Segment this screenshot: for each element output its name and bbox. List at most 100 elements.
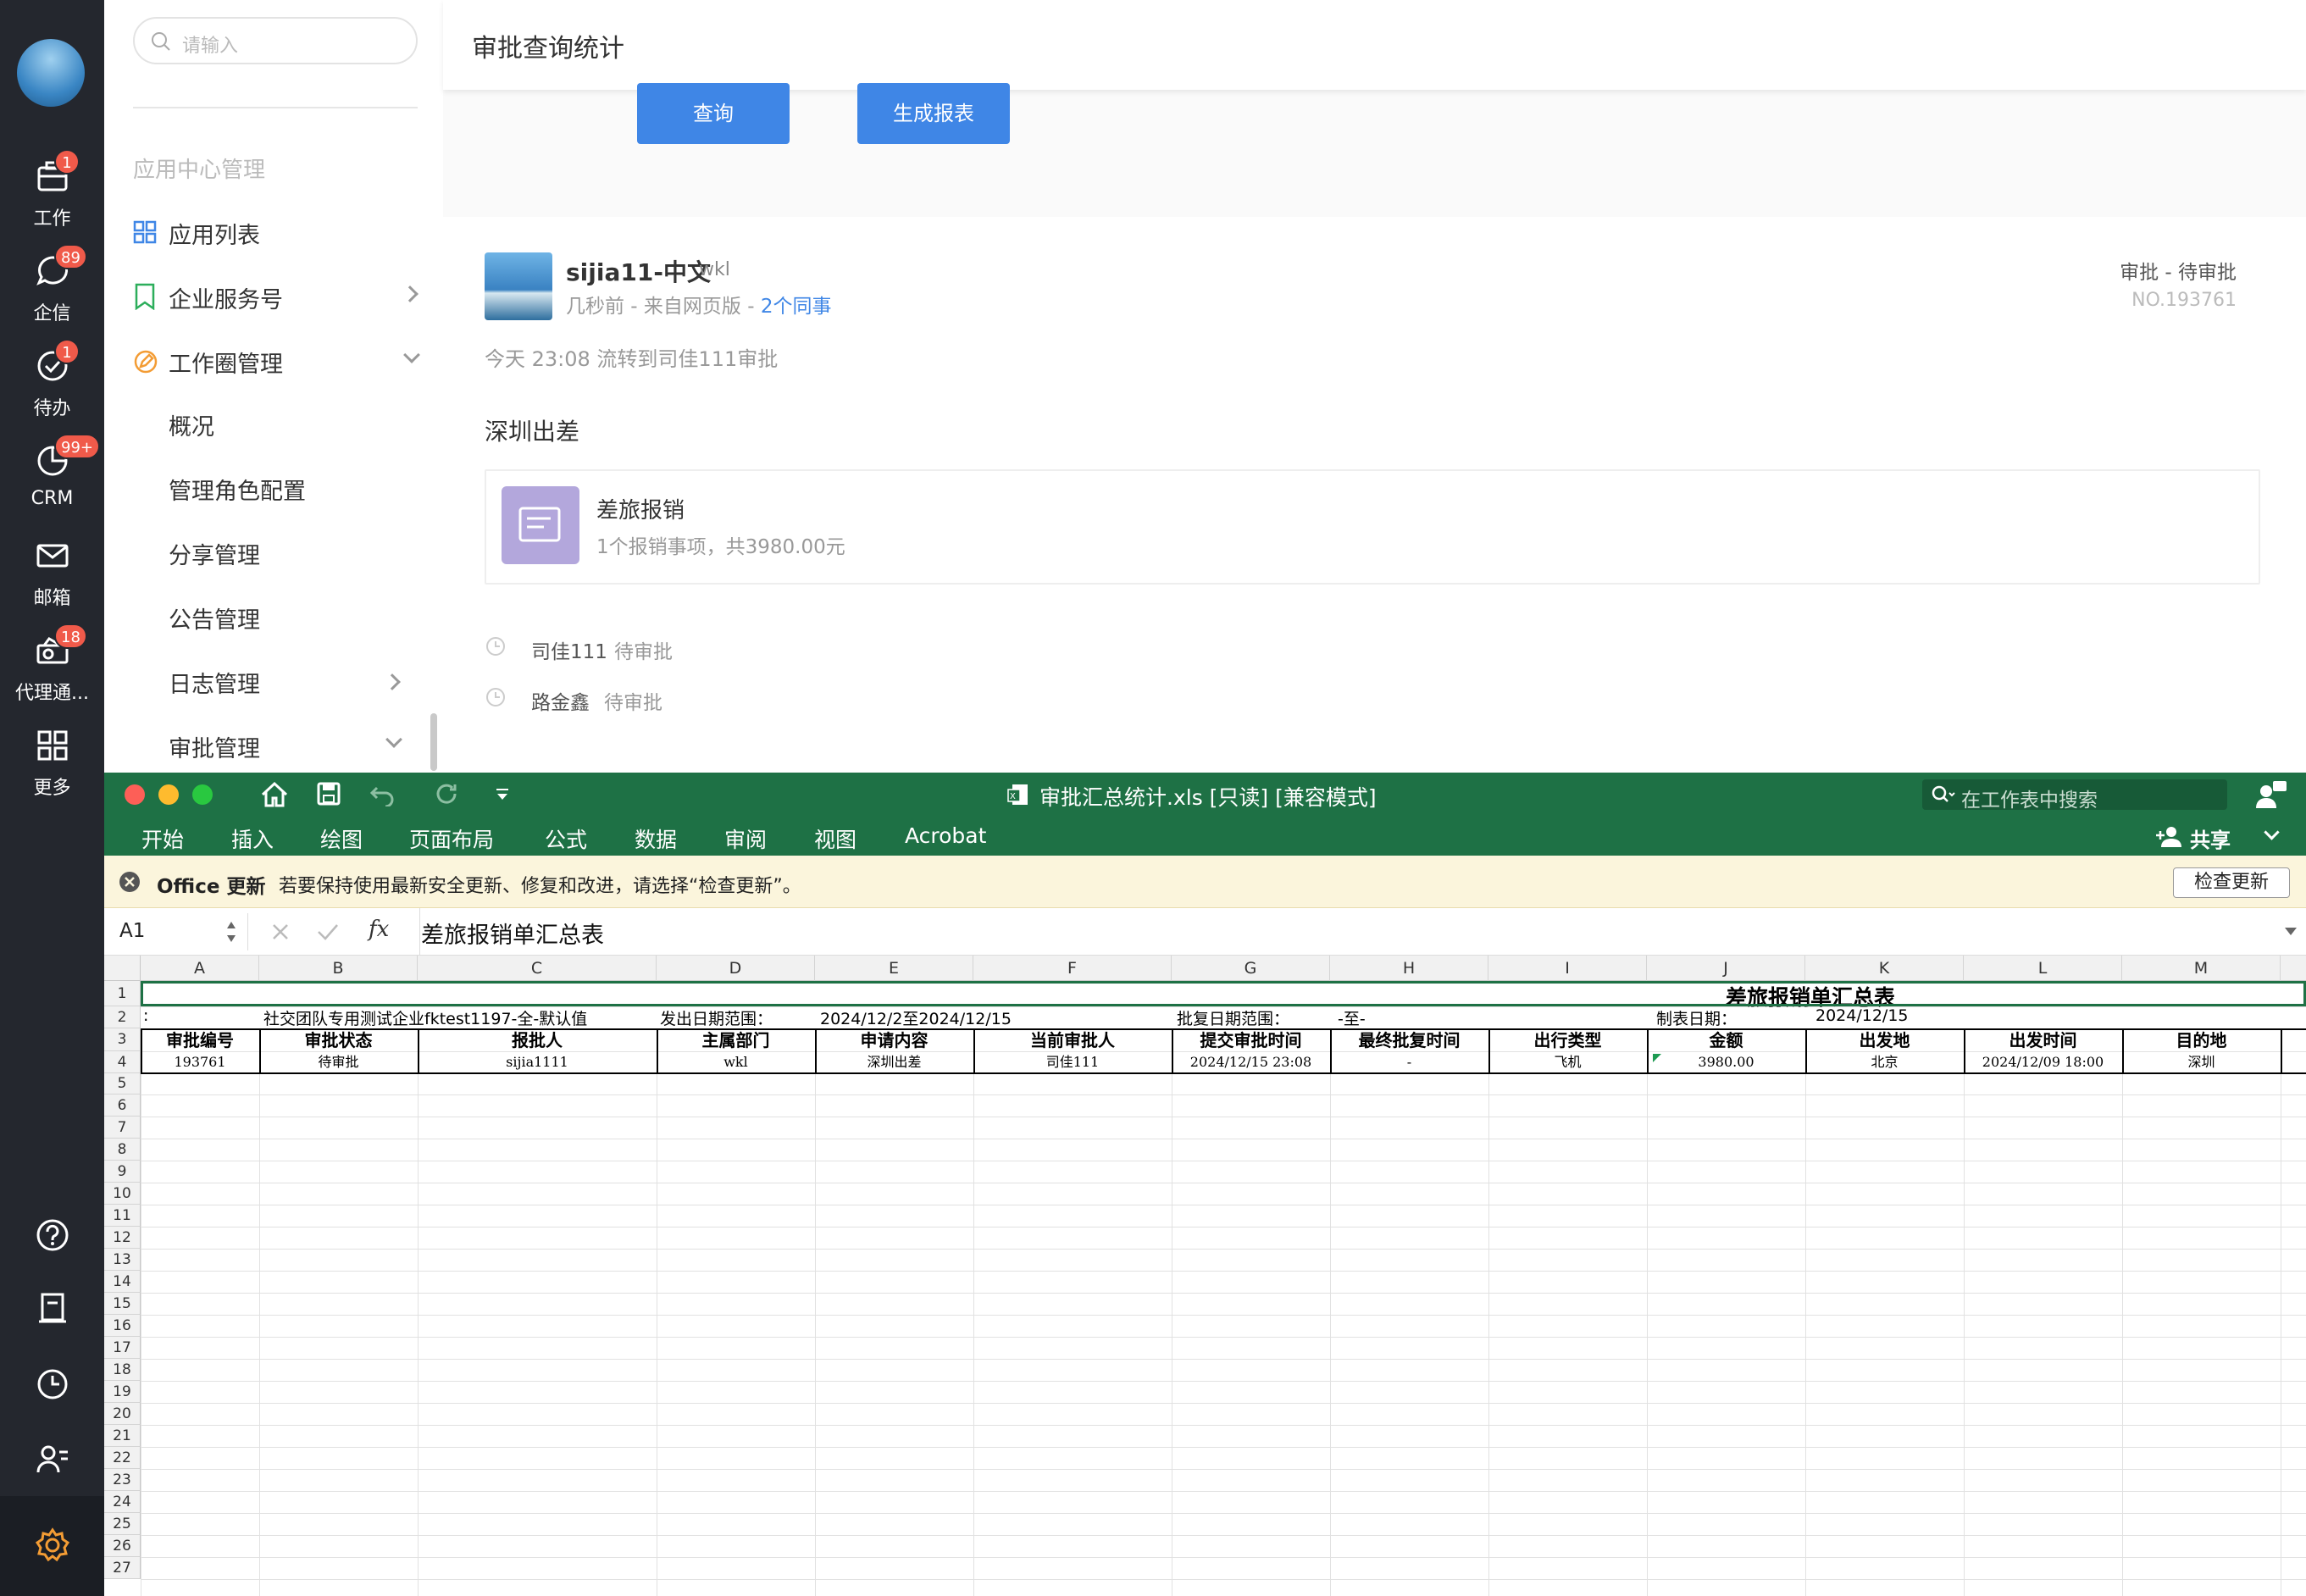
share-button[interactable]: 共享 bbox=[2154, 822, 2290, 852]
contacts-icon[interactable] bbox=[34, 1440, 71, 1477]
colleagues-link[interactable]: 2个同事 bbox=[761, 296, 832, 318]
sidebar-subitem-roles[interactable]: 管理角色配置 bbox=[169, 473, 306, 506]
column-header-d[interactable]: D bbox=[657, 956, 815, 981]
author-avatar[interactable] bbox=[485, 252, 552, 320]
column-header-h[interactable]: H bbox=[1330, 956, 1488, 981]
nav-item-agent[interactable]: 18 代理通... bbox=[0, 623, 104, 708]
data-cell[interactable]: 待审批 bbox=[259, 1053, 418, 1072]
column-header-b[interactable]: B bbox=[259, 956, 418, 981]
query-button[interactable]: 查询 bbox=[637, 83, 790, 144]
column-header-f[interactable]: F bbox=[973, 956, 1172, 981]
name-box[interactable]: A1 bbox=[104, 913, 248, 950]
generate-report-button[interactable]: 生成报表 bbox=[857, 83, 1010, 144]
row-header-6[interactable]: 6 bbox=[104, 1094, 141, 1117]
row-header-2[interactable]: 2 bbox=[104, 1006, 141, 1028]
column-header-g[interactable]: G bbox=[1172, 956, 1330, 981]
nav-item-chat[interactable]: 89 企信 bbox=[0, 244, 104, 329]
select-all-corner[interactable] bbox=[104, 956, 141, 981]
minimize-window-button[interactable] bbox=[158, 784, 179, 805]
sidebar-subitem-share[interactable]: 分享管理 bbox=[169, 537, 260, 570]
header-cell[interactable]: 出发时间 bbox=[1964, 1030, 2122, 1050]
nav-item-work[interactable]: 1 工作 bbox=[0, 149, 104, 234]
sidebar-item-service-account[interactable]: 企业服务号 bbox=[133, 278, 438, 317]
data-cell[interactable]: 193761 bbox=[141, 1053, 259, 1072]
sidebar-item-app-list[interactable]: 应用列表 bbox=[133, 213, 438, 252]
row-header-26[interactable]: 26 bbox=[104, 1535, 141, 1557]
row-header-5[interactable]: 5 bbox=[104, 1073, 141, 1094]
row-header-12[interactable]: 12 bbox=[104, 1227, 141, 1249]
person-comment-icon[interactable] bbox=[2254, 779, 2288, 810]
header-cell[interactable]: 目的地 bbox=[2122, 1030, 2281, 1050]
sidebar-scrollbar[interactable] bbox=[430, 713, 437, 771]
row-header-24[interactable]: 24 bbox=[104, 1491, 141, 1513]
tab-data[interactable]: 数据 bbox=[635, 823, 677, 854]
header-cell[interactable]: 申请内容 bbox=[815, 1030, 973, 1050]
row-header-21[interactable]: 21 bbox=[104, 1425, 141, 1447]
sidebar-subitem-notice[interactable]: 公告管理 bbox=[169, 601, 260, 635]
tab-formulas[interactable]: 公式 bbox=[545, 823, 587, 854]
row-header-1[interactable]: 1 bbox=[104, 981, 141, 1006]
cell-K2[interactable]: 2024/12/15 bbox=[1815, 1006, 1909, 1025]
cell-A2[interactable]: : bbox=[143, 1006, 148, 1025]
data-cell[interactable]: - bbox=[1330, 1053, 1488, 1072]
header-cell[interactable]: 当前审批人 bbox=[973, 1030, 1172, 1050]
row-header-25[interactable]: 25 bbox=[104, 1513, 141, 1535]
data-cell[interactable]: 北京 bbox=[1805, 1053, 1964, 1072]
function-icon[interactable]: fx bbox=[369, 917, 389, 942]
data-cell[interactable]: sijia1111 bbox=[418, 1053, 657, 1072]
row-header-19[interactable]: 19 bbox=[104, 1381, 141, 1403]
data-cell[interactable]: 司佳111 bbox=[973, 1053, 1172, 1072]
column-header-i[interactable]: I bbox=[1488, 956, 1647, 981]
column-header-a[interactable]: A bbox=[141, 956, 259, 981]
cell-D2[interactable]: 发出日期范围： bbox=[660, 1006, 773, 1029]
row-header-4[interactable]: 4 bbox=[104, 1051, 141, 1073]
cell-E2[interactable]: 2024/12/2至2024/12/15 bbox=[820, 1006, 1012, 1029]
column-header-n[interactable] bbox=[2281, 956, 2306, 981]
nav-item-todo[interactable]: 1 待办 bbox=[0, 339, 104, 424]
tab-insert[interactable]: 插入 bbox=[231, 823, 274, 854]
column-header-c[interactable]: C bbox=[418, 956, 657, 981]
header-cell[interactable]: 提交审批时间 bbox=[1172, 1030, 1330, 1050]
sheet-search-input[interactable]: 在工作表中搜索 bbox=[1922, 779, 2227, 812]
help-icon[interactable] bbox=[34, 1216, 71, 1254]
row-header-16[interactable]: 16 bbox=[104, 1315, 141, 1337]
row-header-8[interactable]: 8 bbox=[104, 1139, 141, 1161]
cell-H2[interactable]: -至- bbox=[1338, 1006, 1366, 1029]
redo-icon[interactable] bbox=[435, 781, 460, 806]
author-name[interactable]: sijia11-中文 bbox=[566, 254, 711, 288]
tab-view[interactable]: 视图 bbox=[814, 823, 856, 854]
save-icon[interactable] bbox=[316, 781, 341, 806]
column-header-l[interactable]: L bbox=[1964, 956, 2122, 981]
header-cell[interactable]: 审批编号 bbox=[141, 1030, 259, 1050]
row-header-17[interactable]: 17 bbox=[104, 1337, 141, 1359]
header-cell[interactable]: 主属部门 bbox=[657, 1030, 815, 1050]
row-header-15[interactable]: 15 bbox=[104, 1293, 141, 1315]
header-cell[interactable]: 最终批复时间 bbox=[1330, 1030, 1488, 1050]
column-header-k[interactable]: K bbox=[1805, 956, 1964, 981]
data-cell[interactable]: 深圳出差 bbox=[815, 1053, 973, 1072]
cancel-icon[interactable] bbox=[270, 922, 291, 942]
header-cell[interactable]: 审批状态 bbox=[259, 1030, 418, 1050]
attachment-card[interactable]: 差旅报销 1个报销事项，共3980.00元 bbox=[485, 469, 2260, 585]
notebook-icon[interactable] bbox=[34, 1289, 71, 1327]
header-cell[interactable]: 出发地 bbox=[1805, 1030, 1964, 1050]
sheet-title-cell[interactable]: 差旅报销单汇总表 bbox=[1514, 981, 2107, 1010]
row-header-10[interactable]: 10 bbox=[104, 1183, 141, 1205]
sidebar-subitem-approval[interactable]: 审批管理 bbox=[169, 730, 260, 763]
search-input[interactable]: 请输入 bbox=[133, 17, 418, 64]
row-header-3[interactable]: 3 bbox=[104, 1028, 141, 1051]
close-circle-icon[interactable] bbox=[118, 870, 141, 894]
row-header-22[interactable]: 22 bbox=[104, 1447, 141, 1469]
nav-item-crm[interactable]: 99+ CRM bbox=[0, 434, 104, 518]
data-cell[interactable]: 飞机 bbox=[1488, 1053, 1647, 1072]
tab-acrobat[interactable]: Acrobat bbox=[905, 823, 986, 848]
home-icon[interactable] bbox=[260, 781, 289, 808]
check-update-button[interactable]: 检查更新 bbox=[2173, 867, 2290, 898]
column-header-m[interactable]: M bbox=[2122, 956, 2281, 981]
confirm-icon[interactable] bbox=[316, 922, 340, 942]
data-cell[interactable]: 3980.00 bbox=[1647, 1053, 1805, 1072]
data-cell[interactable]: 2024/12/15 23:08 bbox=[1172, 1053, 1330, 1072]
column-header-e[interactable]: E bbox=[815, 956, 973, 981]
data-cell[interactable]: wkl bbox=[657, 1053, 815, 1072]
sidebar-item-work-circle[interactable]: 工作圈管理 bbox=[133, 342, 438, 381]
